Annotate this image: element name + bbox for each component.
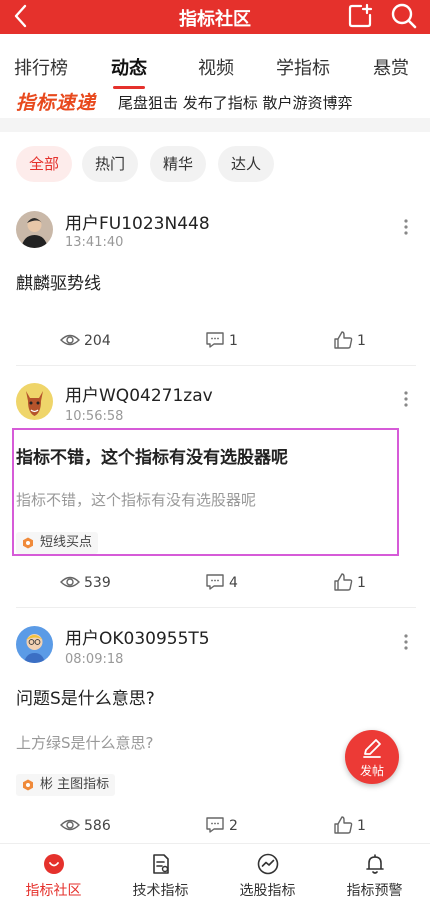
like-count-value: 1	[357, 333, 366, 349]
post-username[interactable]: 用户WQ04271zav	[65, 381, 213, 406]
view-count-value: 204	[84, 333, 111, 349]
nav-community[interactable]: 指标社区	[0, 844, 107, 900]
filter-hot[interactable]: 热门	[82, 146, 138, 182]
trend-chart-icon	[257, 853, 279, 875]
nav-stock-picking-label: 选股指标	[239, 883, 296, 899]
more-icon[interactable]	[400, 634, 412, 650]
comment-icon	[206, 817, 224, 833]
post-divider	[16, 607, 416, 608]
post-divider	[16, 365, 416, 366]
more-icon[interactable]	[400, 391, 412, 407]
thumbs-up-icon	[334, 573, 353, 591]
nav-technical-indicators-label: 技术指标	[132, 883, 189, 899]
post-excerpt[interactable]: 上方绿S是什么意思?	[16, 732, 153, 753]
thumbs-up-icon	[334, 331, 353, 349]
filter-chips: 全部 热门 精华 达人	[0, 146, 430, 186]
community-icon	[44, 854, 64, 874]
eye-icon	[60, 576, 80, 588]
new-post-label: 发帖	[359, 764, 384, 778]
nav-stock-picking[interactable]: 选股指标	[214, 844, 321, 900]
indicator-tag-icon	[23, 779, 33, 791]
tab-video[interactable]: 视频	[198, 54, 234, 80]
post-title[interactable]: 问题S是什么意思?	[16, 684, 155, 709]
post-username[interactable]: 用户FU1023N448	[65, 209, 210, 234]
eye-icon	[60, 819, 80, 831]
like-count-value: 1	[357, 575, 366, 591]
document-icon	[153, 854, 169, 874]
comment-count-value: 1	[229, 333, 238, 349]
like-count-value: 1	[357, 818, 366, 834]
tab-ranking[interactable]: 排行榜	[14, 54, 68, 80]
tab-bounty[interactable]: 悬赏	[373, 54, 409, 80]
post-card[interactable]: 用户OK030955T5 08:09:18 问题S是什么意思? 上方绿S是什么意…	[0, 612, 430, 842]
post-title[interactable]: 麒麟驱势线	[16, 269, 101, 294]
post-tag-label: 彬 主图指标	[40, 777, 110, 792]
post-tag[interactable]: 彬 主图指标	[16, 774, 116, 796]
filter-experts[interactable]: 达人	[218, 146, 274, 182]
filter-featured[interactable]: 精华	[150, 146, 206, 182]
comment-icon	[206, 332, 224, 348]
post-time: 08:09:18	[65, 652, 124, 667]
view-count-value: 586	[84, 818, 111, 834]
bell-icon	[366, 854, 384, 874]
section-separator	[0, 118, 430, 132]
selection-highlight	[12, 428, 399, 556]
active-tab-indicator	[113, 86, 145, 89]
avatar[interactable]	[16, 626, 53, 663]
top-bar: 指标社区	[0, 0, 430, 34]
new-post-button[interactable]: 发帖	[345, 730, 399, 784]
post-username[interactable]: 用户OK030955T5	[65, 624, 210, 649]
tab-bar: 排行榜 动态 视频 学指标 悬赏	[0, 42, 430, 90]
eye-icon	[60, 334, 80, 346]
filter-all[interactable]: 全部	[16, 146, 72, 182]
nav-community-label: 指标社区	[25, 883, 82, 899]
comment-count-value: 4	[229, 575, 238, 591]
nav-alerts-label: 指标预警	[346, 883, 403, 899]
news-ticker[interactable]: 指标速递 尾盘狙击 发布了指标 散户游资博弈	[0, 90, 430, 116]
nav-technical-indicators[interactable]: 技术指标	[107, 844, 214, 900]
pencil-icon	[363, 739, 381, 758]
search-icon[interactable]	[390, 2, 418, 30]
avatar[interactable]	[16, 211, 53, 248]
comment-count-value: 2	[229, 818, 238, 834]
tab-feed[interactable]: 动态	[111, 54, 147, 80]
post-card[interactable]: 用户FU1023N448 13:41:40 麒麟驱势线 204 1 1	[0, 200, 430, 366]
comment-icon	[206, 574, 224, 590]
post-time: 10:56:58	[65, 409, 124, 424]
new-post-icon[interactable]	[347, 3, 373, 29]
more-icon[interactable]	[400, 219, 412, 235]
tab-learn[interactable]: 学指标	[276, 54, 330, 80]
bottom-nav: 指标社区 技术指标 选股指标 指标预警	[0, 843, 430, 900]
thumbs-up-icon	[334, 816, 353, 834]
avatar[interactable]	[16, 383, 53, 420]
ticker-logo: 指标速递	[16, 92, 97, 114]
ticker-text[interactable]: 尾盘狙击 发布了指标 散户游资博弈	[118, 92, 353, 113]
post-time: 13:41:40	[65, 235, 124, 250]
nav-alerts[interactable]: 指标预警	[321, 844, 428, 900]
view-count-value: 539	[84, 575, 111, 591]
